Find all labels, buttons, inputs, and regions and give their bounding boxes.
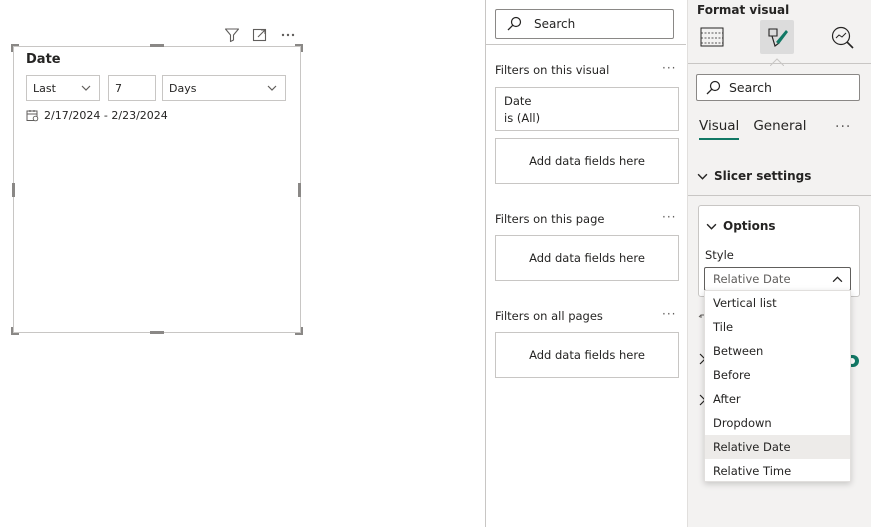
style-option-before[interactable]: Before bbox=[705, 363, 850, 387]
resize-handle-left[interactable] bbox=[12, 183, 15, 197]
divider bbox=[486, 44, 686, 45]
divider bbox=[688, 195, 871, 196]
style-option-vertical-list[interactable]: Vertical list bbox=[705, 291, 850, 315]
range-count-input[interactable]: 7 bbox=[108, 75, 156, 101]
filters-on-all-pages-more-icon[interactable]: ··· bbox=[662, 307, 676, 321]
options-header[interactable]: Options bbox=[706, 219, 776, 233]
more-options-icon[interactable] bbox=[279, 26, 297, 44]
calendar-icon bbox=[26, 110, 39, 122]
format-tabs: Visual General bbox=[699, 118, 807, 140]
format-visual-icon[interactable] bbox=[760, 20, 794, 54]
format-pane: Format visual Search Visual General ··· … bbox=[687, 0, 871, 527]
filter-icon[interactable] bbox=[223, 26, 241, 44]
filters-on-page-label: Filters on this page bbox=[495, 212, 605, 226]
tab-visual[interactable]: Visual bbox=[699, 118, 740, 140]
divider bbox=[688, 63, 871, 64]
resize-handle-bottom-left[interactable] bbox=[11, 327, 19, 335]
resize-handle-top[interactable] bbox=[150, 44, 164, 47]
filter-card-field-state: is (All) bbox=[504, 111, 541, 125]
filters-on-visual-label: Filters on this visual bbox=[495, 63, 610, 77]
options-label: Options bbox=[723, 219, 776, 233]
style-option-tile[interactable]: Tile bbox=[705, 315, 850, 339]
add-data-fields-page[interactable]: Add data fields here bbox=[495, 235, 679, 281]
format-more-options-icon[interactable]: ··· bbox=[835, 119, 851, 135]
slicer-settings-label: Slicer settings bbox=[714, 169, 812, 183]
resize-handle-right[interactable] bbox=[298, 183, 301, 197]
style-option-dropdown[interactable]: Dropdown bbox=[705, 411, 850, 435]
filters-on-visual-more-icon[interactable]: ··· bbox=[662, 61, 676, 75]
resize-handle-bottom[interactable] bbox=[150, 331, 164, 334]
format-pane-title: Format visual bbox=[697, 3, 790, 17]
chevron-down-icon bbox=[81, 85, 91, 91]
search-icon bbox=[507, 16, 522, 31]
chevron-down-icon bbox=[697, 173, 708, 180]
active-tool-pointer bbox=[769, 55, 785, 67]
range-unit-value: Days bbox=[169, 81, 197, 95]
filter-card-field-name: Date bbox=[504, 94, 532, 108]
style-dropdown[interactable]: Relative Date bbox=[704, 267, 851, 291]
date-range-display: 2/17/2024 - 2/23/2024 bbox=[26, 109, 168, 122]
search-icon bbox=[706, 80, 721, 94]
style-option-relative-time[interactable]: Relative Time bbox=[705, 459, 850, 483]
range-mode-value: Last bbox=[33, 81, 56, 95]
filters-search-placeholder: Search bbox=[534, 17, 576, 31]
style-option-after[interactable]: After bbox=[705, 387, 850, 411]
filters-pane: Search Filters on this visual ··· Date i… bbox=[485, 0, 687, 527]
style-dropdown-list: Vertical list Tile Between Before After Dropd… bbox=[704, 290, 851, 482]
style-dropdown-value: Relative Date bbox=[713, 272, 791, 286]
build-visual-icon[interactable] bbox=[695, 20, 729, 54]
style-option-relative-date[interactable]: Relative Date bbox=[705, 435, 850, 459]
date-range-text: 2/17/2024 - 2/23/2024 bbox=[44, 109, 168, 122]
resize-handle-bottom-right[interactable] bbox=[295, 327, 303, 335]
range-unit-dropdown[interactable]: Days bbox=[162, 75, 286, 101]
focus-mode-icon[interactable] bbox=[251, 26, 269, 44]
chevron-up-icon bbox=[832, 276, 843, 283]
add-data-fields-all-pages[interactable]: Add data fields here bbox=[495, 332, 679, 378]
add-data-fields-visual[interactable]: Add data fields here bbox=[495, 138, 679, 184]
style-label: Style bbox=[705, 248, 734, 262]
range-count-value: 7 bbox=[115, 81, 122, 95]
chevron-down-icon bbox=[267, 85, 277, 91]
resize-handle-top-right[interactable] bbox=[295, 44, 303, 52]
tab-general[interactable]: General bbox=[753, 118, 806, 140]
slicer-title: Date bbox=[26, 52, 61, 67]
resize-handle-top-left[interactable] bbox=[11, 44, 19, 52]
filters-search-box[interactable]: Search bbox=[495, 9, 674, 39]
slicer-settings-header[interactable]: Slicer settings bbox=[697, 169, 811, 183]
style-option-between[interactable]: Between bbox=[705, 339, 850, 363]
filters-on-page-more-icon[interactable]: ··· bbox=[662, 210, 676, 224]
chevron-down-icon bbox=[706, 223, 717, 230]
filters-on-all-pages-label: Filters on all pages bbox=[495, 309, 603, 323]
filter-card-date[interactable]: Date is (All) bbox=[495, 87, 679, 131]
format-search-placeholder: Search bbox=[729, 80, 772, 95]
analytics-icon[interactable] bbox=[825, 20, 859, 54]
range-mode-dropdown[interactable]: Last bbox=[26, 75, 100, 101]
format-search-box[interactable]: Search bbox=[696, 74, 860, 101]
